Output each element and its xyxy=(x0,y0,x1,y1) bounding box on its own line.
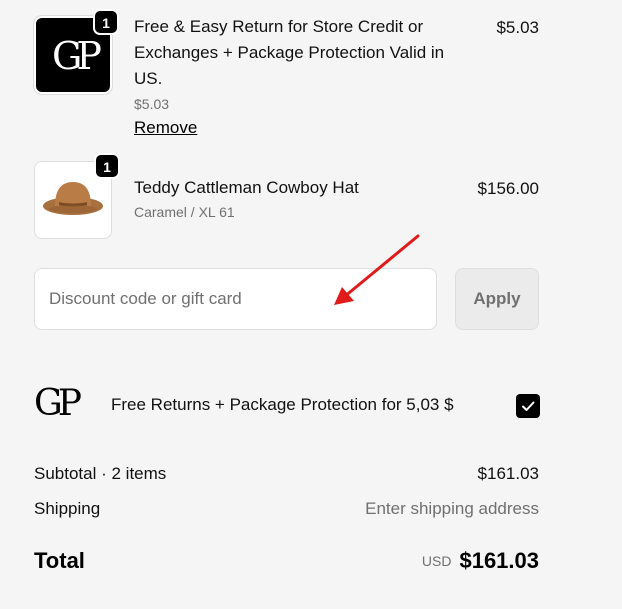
currency-code: USD xyxy=(421,553,452,569)
quantity-badge: 1 xyxy=(93,9,119,35)
remove-link[interactable]: Remove xyxy=(134,118,197,138)
item-title: Teddy Cattleman Cowboy Hat xyxy=(134,178,359,197)
apply-discount-button[interactable]: Apply xyxy=(455,268,539,330)
product-thumbnail-gp: GP 1 xyxy=(34,9,119,94)
total-value: $161.03 xyxy=(459,548,539,573)
total-label: Total xyxy=(34,548,85,573)
check-icon xyxy=(522,401,535,411)
shipping-label: Shipping xyxy=(34,499,101,518)
product-thumbnail-hat: 1 xyxy=(34,153,120,239)
protection-label: Free Returns + Package Protection for 5,… xyxy=(111,395,454,414)
gp-logo: GP xyxy=(34,383,82,424)
total-amount: USD $161.03 xyxy=(422,548,539,574)
subtotal-value: $161.03 xyxy=(477,464,539,483)
item-title-line-1: Free & Easy Return for Store Credit or xyxy=(134,17,424,36)
subtotal-label: Subtotal · 2 items xyxy=(34,464,167,483)
item-variant: Caramel / XL 61 xyxy=(134,204,235,220)
discount-code-input[interactable] xyxy=(34,268,437,330)
item-price: $156.00 xyxy=(477,179,539,198)
item-unit-price: $5.03 xyxy=(134,96,170,112)
protection-checkbox[interactable] xyxy=(516,394,540,418)
item-title-line-3: US. xyxy=(134,69,163,88)
item-price: $5.03 xyxy=(496,18,539,37)
item-title-line-2: Exchanges + Package Protection Valid in xyxy=(134,43,445,62)
shipping-value: Enter shipping address xyxy=(365,499,539,518)
cart-item-hat: 1 Teddy Cattleman Cowboy Hat Caramel / X… xyxy=(34,153,539,241)
cart-item-protection: GP 1 Free & Easy Return for Store Credit… xyxy=(34,9,539,141)
gp-logo: GP xyxy=(52,34,102,78)
quantity-badge: 1 xyxy=(94,153,120,179)
